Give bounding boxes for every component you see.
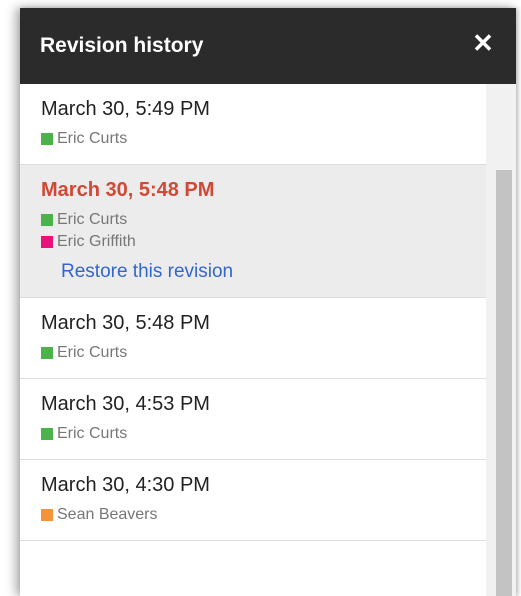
revision-list: March 30, 5:49 PM Eric Curts March 30, 5…	[20, 84, 486, 596]
panel-header: Revision history ✕	[20, 8, 516, 84]
revision-item-selected[interactable]: March 30, 5:48 PM Eric Curts Eric Griffi…	[20, 165, 486, 298]
revision-author: Eric Curts	[41, 209, 466, 231]
author-color-swatch	[41, 214, 53, 226]
author-name: Sean Beavers	[57, 506, 158, 523]
scrollbar-track[interactable]	[486, 84, 516, 596]
revision-date: March 30, 5:48 PM	[41, 312, 210, 334]
author-name: Eric Curts	[57, 211, 128, 228]
revision-author: Sean Beavers	[41, 504, 466, 526]
revision-author: Eric Curts	[41, 342, 466, 364]
revision-author: Eric Curts	[41, 423, 466, 445]
revision-date: March 30, 5:48 PM	[41, 179, 215, 201]
author-color-swatch	[41, 133, 53, 145]
revision-item[interactable]: March 30, 4:53 PM Eric Curts	[20, 379, 486, 460]
author-name: Eric Curts	[57, 130, 128, 147]
author-name: Eric Curts	[57, 425, 128, 442]
close-button[interactable]: ✕	[470, 28, 496, 58]
author-name: Eric Griffith	[57, 233, 136, 250]
revision-author: Eric Curts	[41, 128, 466, 150]
scrollbar-thumb[interactable]	[496, 170, 512, 596]
close-icon: ✕	[472, 28, 494, 58]
revision-item[interactable]: March 30, 4:30 PM Sean Beavers	[20, 460, 486, 541]
revision-item[interactable]: March 30, 5:49 PM Eric Curts	[20, 84, 486, 165]
author-color-swatch	[41, 347, 53, 359]
restore-revision-link[interactable]: Restore this revision	[61, 261, 466, 283]
panel-title: Revision history	[40, 34, 204, 57]
author-color-swatch	[41, 236, 53, 248]
author-color-swatch	[41, 509, 53, 521]
revision-item[interactable]: March 30, 5:48 PM Eric Curts	[20, 298, 486, 379]
revision-history-panel: Revision history ✕ March 30, 5:49 PM Eri…	[20, 8, 516, 596]
revision-date: March 30, 4:30 PM	[41, 474, 210, 496]
author-name: Eric Curts	[57, 344, 128, 361]
revision-date: March 30, 5:49 PM	[41, 98, 210, 120]
revision-author: Eric Griffith	[41, 231, 466, 253]
revision-date: March 30, 4:53 PM	[41, 393, 210, 415]
author-color-swatch	[41, 428, 53, 440]
